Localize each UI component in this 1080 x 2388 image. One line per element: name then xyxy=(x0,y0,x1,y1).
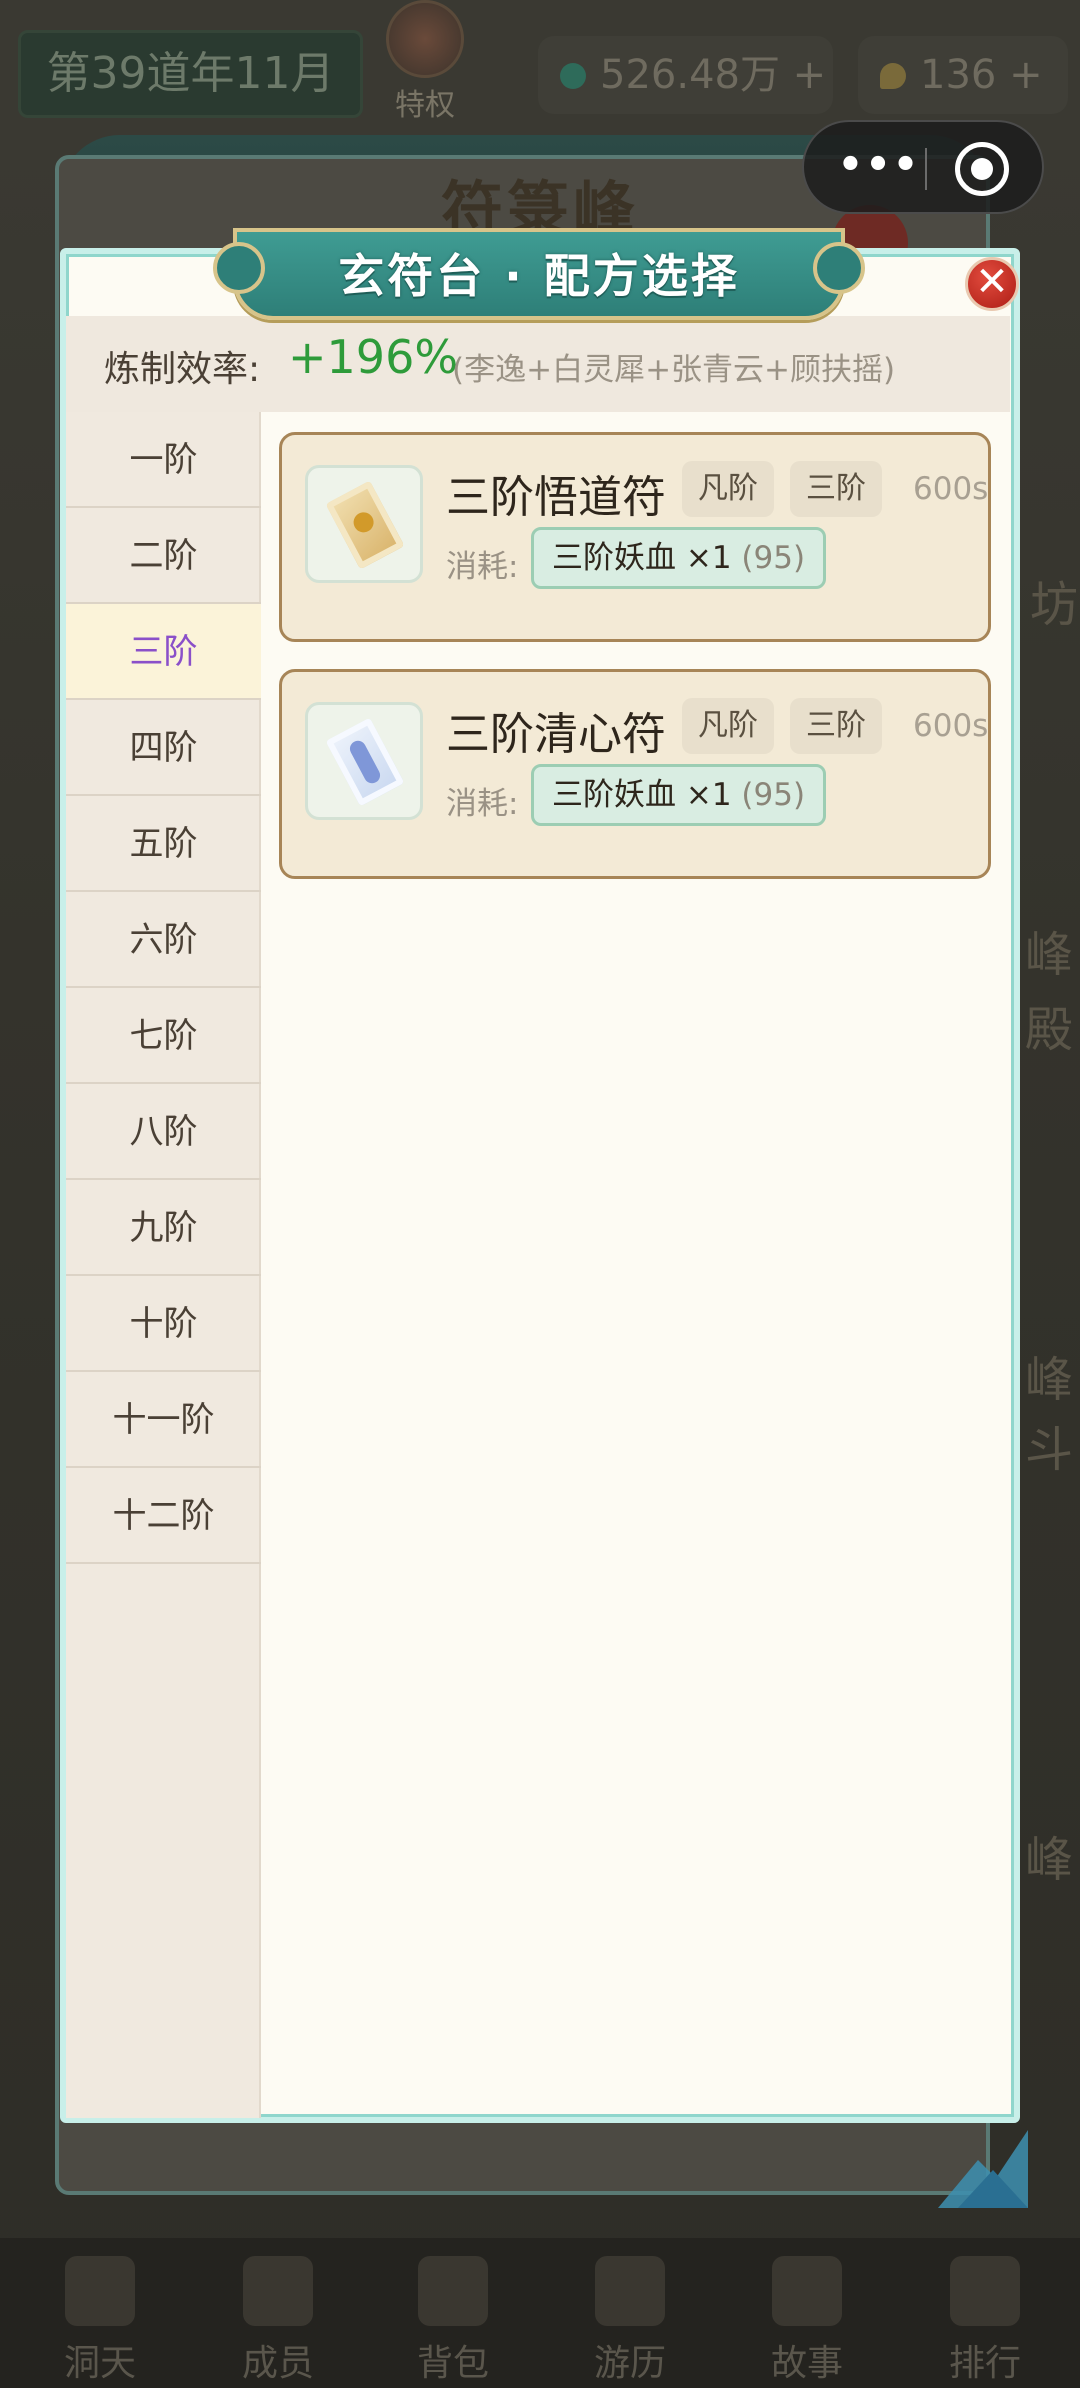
recipe-cost-chip: 三阶妖血 ×1 (95) xyxy=(531,527,827,589)
gold-bean-icon xyxy=(880,63,906,89)
recipe-cost-chip: 三阶妖血 ×1 (95) xyxy=(531,764,827,826)
recipe-icon-frame xyxy=(305,465,423,583)
recipe-tier-tag: 三阶 xyxy=(790,461,882,517)
side-label: 殿 xyxy=(1025,1002,1074,1058)
nav-label: 洞天 xyxy=(63,2343,136,2384)
miniprogram-capsule: ••• xyxy=(802,120,1044,214)
bag-icon xyxy=(418,2256,488,2326)
cost-owned-count: (95) xyxy=(741,777,806,813)
side-label: 峰 xyxy=(1025,1352,1074,1408)
cost-owned-count: (95) xyxy=(741,540,806,576)
mountain-decoration-icon xyxy=(938,2130,1028,2208)
efficiency-contributors: (李逸+白灵犀+张青云+顾扶摇) xyxy=(452,352,896,388)
recipe-tier-tag: 三阶 xyxy=(790,698,882,754)
tier-sidebar: 一阶 二阶 三阶 四阶 五阶 六阶 七阶 八阶 九阶 十阶 十一阶 十二阶 xyxy=(66,412,261,2118)
recipe-name: 三阶悟道符 xyxy=(446,472,666,523)
tier-item-7[interactable]: 七阶 xyxy=(66,988,261,1084)
nav-item-members: 成员 xyxy=(193,2238,363,2388)
efficiency-label: 炼制效率: xyxy=(104,349,261,390)
nav-item-dongtian: 洞天 xyxy=(15,2238,185,2388)
tier-item-9[interactable]: 九阶 xyxy=(66,1180,261,1276)
nav-label: 排行 xyxy=(948,2343,1021,2384)
side-label: 斗 xyxy=(1025,1422,1074,1478)
recipe-duration: 600s xyxy=(913,471,989,507)
recipe-grade-tag: 凡阶 xyxy=(682,461,774,517)
tier-item-6[interactable]: 六阶 xyxy=(66,892,261,988)
nav-label: 成员 xyxy=(241,2343,314,2384)
members-icon xyxy=(243,2256,313,2326)
privilege-button: 特权 xyxy=(385,0,465,130)
travel-icon xyxy=(595,2256,665,2326)
nav-label: 故事 xyxy=(770,2343,843,2384)
close-icon[interactable]: ✕ xyxy=(965,257,1019,311)
recipe-card[interactable]: 三阶悟道符 凡阶 三阶 600s 消耗: 三阶妖血 ×1 (95) xyxy=(279,432,991,642)
side-label: 坊 xyxy=(1030,577,1079,633)
tier-item-2[interactable]: 二阶 xyxy=(66,508,261,604)
cave-icon xyxy=(65,2256,135,2326)
bottom-navigation: 洞天 成员 背包 游历 故事 排行 xyxy=(0,2238,1080,2388)
jade-amount: 526.48万 + xyxy=(600,52,827,98)
exit-miniprogram-icon[interactable] xyxy=(955,142,1009,196)
book-icon xyxy=(772,2256,842,2326)
cost-item: 三阶妖血 ×1 xyxy=(552,777,732,813)
tier-item-11[interactable]: 十一阶 xyxy=(66,1372,261,1468)
more-options-icon[interactable]: ••• xyxy=(834,122,924,216)
tier-item-12[interactable]: 十二阶 xyxy=(66,1468,261,1564)
recipe-card[interactable]: 三阶清心符 凡阶 三阶 600s 消耗: 三阶妖血 ×1 (95) xyxy=(279,669,991,879)
recipe-cost-label: 消耗: xyxy=(446,786,519,822)
recipe-name: 三阶清心符 xyxy=(446,709,666,760)
side-label: 峰 xyxy=(1025,1832,1074,1888)
recipe-cost-label: 消耗: xyxy=(446,549,519,585)
ranking-icon xyxy=(950,2256,1020,2326)
game-date-badge: 第39道年11月 xyxy=(18,30,363,118)
nav-item-ranking: 排行 xyxy=(900,2238,1070,2388)
nav-label: 游历 xyxy=(593,2343,666,2384)
jade-currency: 526.48万 + xyxy=(538,36,833,114)
recipe-icon-frame xyxy=(305,702,423,820)
tier-item-4[interactable]: 四阶 xyxy=(66,700,261,796)
tier-item-5[interactable]: 五阶 xyxy=(66,796,261,892)
efficiency-bar: 炼制效率: +196% (李逸+白灵犀+张青云+顾扶摇) xyxy=(66,316,1010,412)
gold-amount: 136 + xyxy=(920,52,1043,98)
tier-item-8[interactable]: 八阶 xyxy=(66,1084,261,1180)
capsule-divider xyxy=(925,148,927,190)
gold-currency: 136 + xyxy=(858,36,1068,114)
side-label: 峰 xyxy=(1025,927,1074,983)
privilege-emblem-icon xyxy=(386,0,464,78)
blue-talisman-icon xyxy=(325,717,405,807)
recipe-duration: 600s xyxy=(913,708,989,744)
efficiency-value: +196% xyxy=(288,330,459,384)
nav-item-story: 故事 xyxy=(722,2238,892,2388)
nav-label: 背包 xyxy=(416,2343,489,2384)
nav-item-bag: 背包 xyxy=(368,2238,538,2388)
jade-stone-icon xyxy=(560,63,586,89)
modal-title: 玄符台 · 配方选择 xyxy=(338,249,740,303)
cost-item: 三阶妖血 ×1 xyxy=(552,540,732,576)
tier-item-3-selected[interactable]: 三阶 xyxy=(66,604,261,700)
tier-item-10[interactable]: 十阶 xyxy=(66,1276,261,1372)
tier-item-1[interactable]: 一阶 xyxy=(66,412,261,508)
gold-talisman-icon xyxy=(325,480,405,570)
recipe-grade-tag: 凡阶 xyxy=(682,698,774,754)
privilege-label: 特权 xyxy=(395,88,455,123)
nav-item-travel: 游历 xyxy=(545,2238,715,2388)
